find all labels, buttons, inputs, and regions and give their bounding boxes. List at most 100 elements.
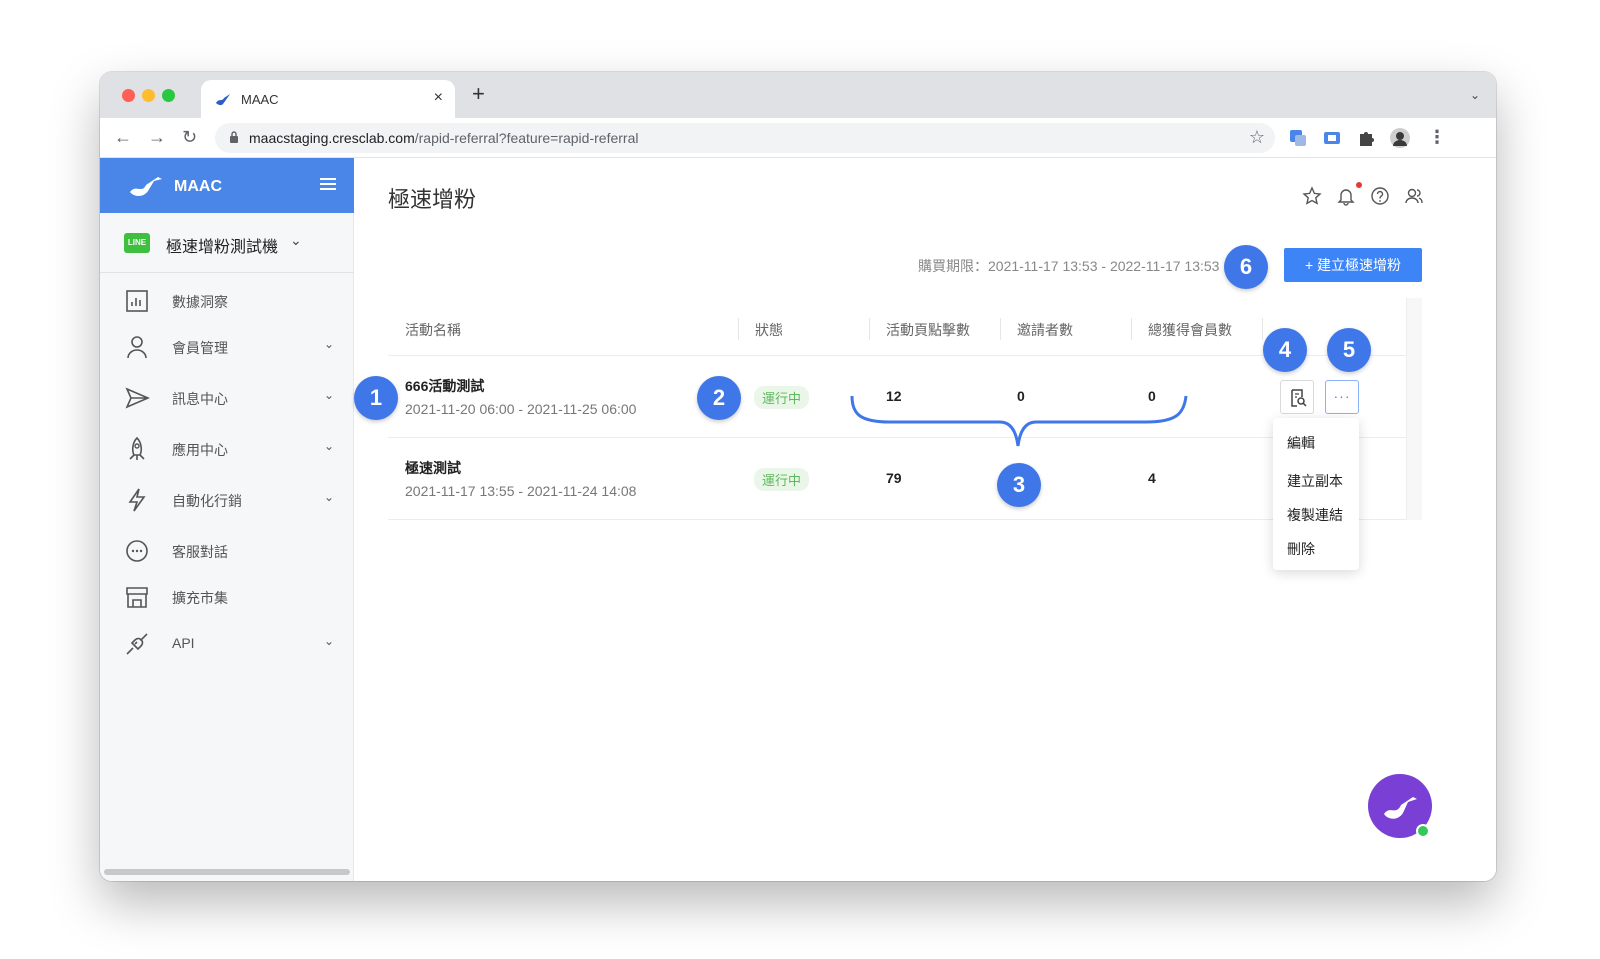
maac-favicon-icon (216, 94, 230, 106)
table-scrollbar[interactable] (1406, 298, 1422, 520)
line-badge-icon: LINE (124, 233, 150, 253)
chevron-down-icon: ⌄ (290, 232, 302, 248)
bell-icon[interactable] (1336, 186, 1356, 206)
chevron-down-icon: ⌄ (323, 439, 334, 453)
status-badge: 運行中 (754, 386, 810, 409)
new-tab-button[interactable]: + (472, 83, 485, 105)
send-icon (125, 387, 150, 409)
sidebar-item-marketplace[interactable]: 擴充市集 (100, 573, 354, 619)
campaign-name[interactable]: 極速測試 (405, 458, 461, 478)
column-header: 總獲得會員數 (1148, 322, 1232, 338)
help-icon[interactable] (1370, 186, 1390, 206)
create-rapid-referral-button[interactable]: + 建立極速增粉 (1284, 248, 1422, 282)
menu-item-duplicate[interactable]: 建立副本 (1287, 471, 1343, 491)
callout-6: 6 (1224, 245, 1268, 289)
callout-1: 1 (354, 376, 398, 420)
browser-toolbar: ← → ↻ maacstaging.cresclab.com/rapid-ref… (100, 118, 1496, 158)
translate-extension-icon[interactable] (1288, 128, 1308, 148)
callout-3: 3 (997, 463, 1041, 507)
browser-window: MAAC × + ⌄ ← → ↻ maacstaging.cresclab.co… (100, 72, 1496, 881)
sidebar-item-label: API (172, 635, 195, 651)
bookmark-star-icon[interactable]: ☆ (1249, 127, 1265, 148)
maac-logo-icon (130, 177, 162, 196)
purchase-period: 購買期限：2021-11-17 13:53 - 2022-11-17 13:53 (918, 258, 1220, 274)
sidebar-item-label: 應用中心 (172, 442, 228, 458)
brand-name: MAAC (174, 178, 222, 195)
person-icon (127, 336, 147, 359)
browser-tab[interactable]: MAAC × (201, 80, 455, 118)
campaign-date: 2021-11-17 13:55 - 2021-11-24 14:08 (405, 483, 637, 499)
menu-item-edit[interactable]: 編輯 (1287, 433, 1315, 453)
star-icon[interactable] (1302, 186, 1322, 206)
menu-item-delete[interactable]: 刪除 (1287, 539, 1315, 559)
account-switcher[interactable]: LINE 極速增粉測試機 ⌄ (100, 213, 354, 273)
tab-title: MAAC (241, 92, 279, 107)
column-header: 活動名稱 (405, 322, 461, 338)
brand-bar: MAAC (100, 158, 354, 213)
chart-icon (126, 290, 148, 312)
chat-bubble-icon (126, 540, 148, 562)
tab-close-icon[interactable]: × (434, 89, 443, 107)
rocket-icon (129, 436, 145, 460)
sidebar: MAAC LINE 極速增粉測試機 ⌄ 數據洞察 會員管理 ⌄ 訊息中心 ⌄ 應… (100, 158, 354, 881)
callout-5: 5 (1327, 328, 1371, 372)
reload-icon[interactable]: ↻ (182, 127, 197, 147)
page-title: 極速增粉 (388, 187, 477, 212)
main-panel: 極速增粉 購買期限：2021-11-17 13:53 - 2022-11-17 … (354, 158, 1496, 881)
sidebar-item-label: 會員管理 (172, 340, 228, 356)
chevron-down-icon: ⌄ (323, 337, 334, 351)
tab-strip: MAAC × + ⌄ (100, 72, 1496, 118)
profile-avatar-icon[interactable] (1390, 128, 1410, 148)
campaign-name[interactable]: 666活動測試 (405, 376, 484, 396)
sidebar-item-api[interactable]: API ⌄ (100, 620, 354, 666)
sidebar-item-apps[interactable]: 應用中心 ⌄ (100, 425, 354, 471)
forward-arrow-icon[interactable]: → (148, 127, 166, 147)
sidebar-scrollbar[interactable] (104, 869, 350, 875)
plug-icon (126, 633, 148, 655)
sidebar-item-members[interactable]: 會員管理 ⌄ (100, 323, 354, 369)
sidebar-item-support-chat[interactable]: 客服對話 (100, 527, 354, 573)
sidebar-item-label: 客服對話 (172, 544, 228, 560)
metrics-brace (850, 395, 1188, 447)
members-value: 4 (1148, 470, 1156, 486)
column-divider (1131, 318, 1132, 340)
address-bar[interactable]: maacstaging.cresclab.com/rapid-referral?… (215, 123, 1275, 153)
sidebar-item-insights[interactable]: 數據洞察 (100, 277, 354, 323)
more-actions-button[interactable]: ··· (1325, 380, 1359, 414)
user-group-icon[interactable] (1404, 186, 1424, 206)
column-divider (1000, 318, 1001, 340)
maximize-window-button[interactable] (162, 89, 175, 102)
sidebar-item-messages[interactable]: 訊息中心 ⌄ (100, 374, 354, 420)
url-path: /rapid-referral?feature=rapid-referral (414, 130, 639, 146)
chevron-down-icon: ⌄ (323, 490, 334, 504)
menu-item-copy-link[interactable]: 複製連結 (1287, 505, 1343, 525)
status-badge: 運行中 (754, 468, 810, 491)
callout-4: 4 (1263, 328, 1307, 372)
minimize-window-button[interactable] (142, 89, 155, 102)
report-button[interactable] (1280, 380, 1314, 414)
column-header: 活動頁點擊數 (886, 322, 970, 338)
store-icon (126, 587, 148, 608)
chevron-down-icon: ⌄ (323, 388, 334, 402)
chevron-down-icon: ⌄ (323, 634, 334, 648)
column-header: 狀態 (755, 322, 783, 338)
column-divider (869, 318, 870, 340)
sidebar-item-label: 訊息中心 (172, 391, 228, 407)
close-window-button[interactable] (122, 89, 135, 102)
sidebar-item-label: 數據洞察 (172, 294, 228, 310)
sidebar-item-label: 擴充市集 (172, 590, 228, 606)
app-content: MAAC LINE 極速增粉測試機 ⌄ 數據洞察 會員管理 ⌄ 訊息中心 ⌄ 應… (100, 158, 1496, 881)
online-status-dot (1416, 824, 1430, 838)
callout-2: 2 (697, 376, 741, 420)
puzzle-extension-icon[interactable] (1356, 128, 1376, 148)
screen-extension-icon[interactable] (1322, 128, 1342, 148)
account-name: 極速增粉測試機 (166, 239, 279, 256)
url-host: maacstaging.cresclab.com (249, 130, 415, 146)
tab-search-chevron-icon[interactable]: ⌄ (1470, 88, 1480, 102)
column-header: 邀請者數 (1017, 322, 1073, 338)
browser-menu-icon[interactable]: ⋮ (1428, 127, 1446, 147)
sidebar-item-automation[interactable]: 自動化行銷 ⌄ (100, 476, 354, 522)
hamburger-menu-icon[interactable] (320, 178, 336, 190)
bolt-icon (128, 488, 146, 512)
back-arrow-icon[interactable]: ← (114, 127, 132, 147)
